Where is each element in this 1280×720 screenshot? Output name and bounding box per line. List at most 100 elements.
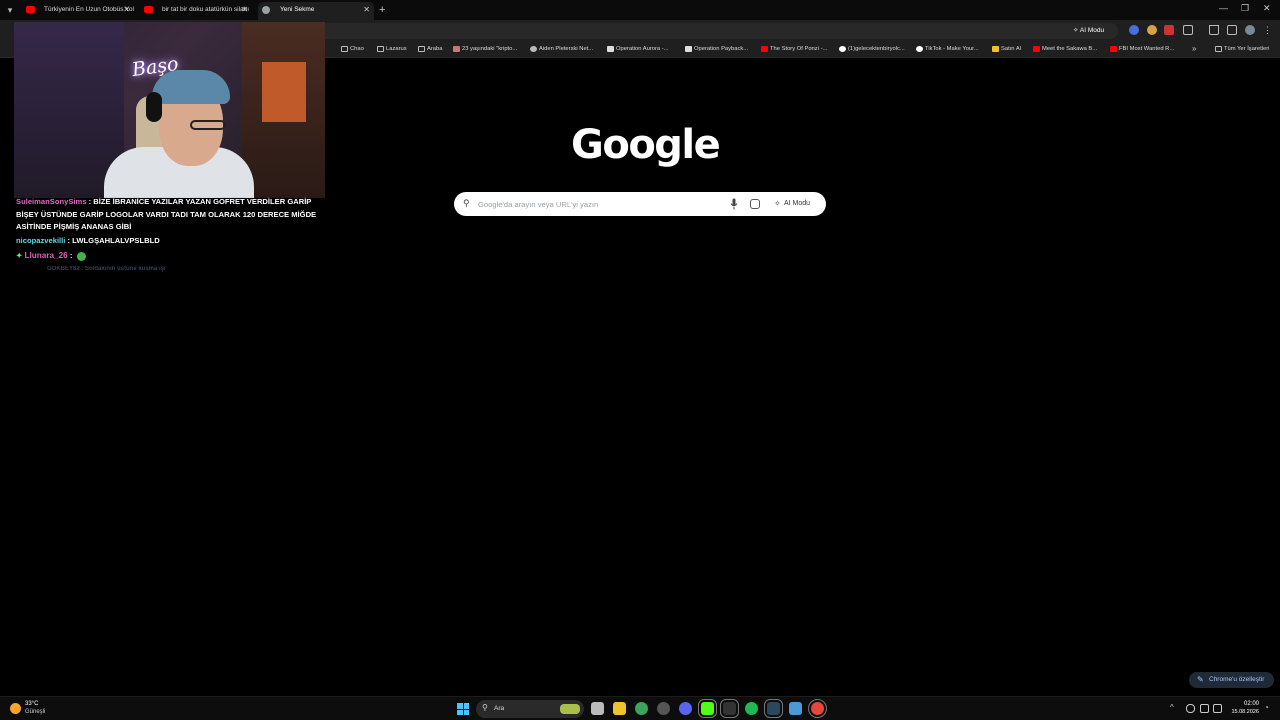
profile-extension-icon[interactable] — [1129, 25, 1139, 35]
tab-title: Türkiyenin En Uzun Otobüs Yolculuğu — [44, 6, 134, 13]
ai-mode-button[interactable]: ✧ AI Modu — [770, 196, 816, 212]
toolbar-ai-mode-button[interactable]: ✧ AI Modu — [1073, 24, 1104, 38]
folder-icon — [418, 46, 425, 52]
sparkle-icon: ✦ — [16, 251, 23, 260]
wikipedia-icon — [685, 46, 692, 52]
folder-icon — [341, 46, 348, 52]
microphone-icon[interactable] — [730, 198, 738, 210]
tiktok-icon — [916, 46, 923, 52]
search-input[interactable] — [478, 192, 728, 216]
wikipedia-icon — [607, 46, 614, 52]
window-close-icon[interactable]: ✕ — [1263, 3, 1271, 14]
google-logo: Google — [571, 122, 721, 168]
download-icon[interactable] — [1209, 25, 1219, 35]
extension-icon[interactable] — [1147, 25, 1157, 35]
wordpress-icon — [530, 46, 537, 52]
youtube-icon — [26, 6, 35, 13]
tab-search-list-icon[interactable] — [1227, 25, 1237, 35]
network-icon[interactable] — [1200, 704, 1209, 713]
spotify-icon[interactable] — [745, 702, 758, 715]
discord-icon[interactable] — [679, 702, 692, 715]
taskbar-search[interactable]: ⚲ Ara — [476, 700, 584, 718]
whatsapp-icon[interactable] — [635, 702, 648, 715]
bookmark-label: (1)gelecektenbiryolc... — [848, 46, 905, 52]
windows-start-icon[interactable] — [457, 703, 469, 715]
extensions-puzzle-icon[interactable] — [1183, 25, 1193, 35]
webcam-poster — [262, 62, 306, 122]
close-icon[interactable]: ✕ — [363, 2, 370, 18]
chevron-up-icon[interactable]: ^ — [1170, 703, 1174, 712]
bookmark-item[interactable]: (1)gelecektenbiryolc... — [839, 45, 905, 54]
github-icon[interactable] — [657, 702, 670, 715]
tab-item-2[interactable]: Yeni Sekme ✕ — [258, 2, 374, 20]
steam-icon[interactable] — [764, 699, 783, 718]
youtube-icon — [761, 46, 768, 52]
chevron-more-icon[interactable]: » — [1192, 44, 1196, 53]
bookmark-label: Araba — [427, 46, 443, 52]
google-lens-icon[interactable] — [750, 199, 760, 209]
shop-icon — [992, 46, 999, 52]
volume-icon[interactable] — [1213, 704, 1222, 713]
bookmark-folder[interactable]: Araba — [418, 45, 442, 54]
bookmark-label: Satın Al — [1001, 46, 1021, 52]
new-tab-button[interactable]: + — [379, 3, 385, 17]
chrome-icon[interactable] — [808, 699, 827, 718]
tab-item-0[interactable]: Türkiyenin En Uzun Otobüs Yolculuğu ✕ — [22, 2, 134, 20]
bookmark-label: Chao — [350, 46, 364, 52]
bookmark-item[interactable]: Meet the Sakawa B... — [1033, 45, 1097, 54]
customize-chrome-button[interactable]: ✎ Chrome'u özelleştir — [1189, 672, 1275, 688]
weather-temperature[interactable]: 33°C — [25, 701, 38, 708]
bookmark-item[interactable]: 23 yaşındaki "kripto... — [453, 45, 517, 54]
youtube-icon — [1110, 46, 1117, 52]
task-view-icon[interactable] — [591, 702, 604, 715]
clock-date[interactable]: 15.08.2026 — [1226, 709, 1259, 716]
bookmark-item[interactable]: The Story Of Ponzi -... — [761, 45, 827, 54]
tab-strip: ▾ Türkiyenin En Uzun Otobüs Yolculuğu ✕ … — [0, 0, 1280, 20]
bookmark-item[interactable]: Aiden Pleterski Net... — [530, 45, 593, 54]
chat-username: nicopazvekilli — [16, 235, 66, 245]
avatar[interactable] — [1245, 25, 1255, 35]
new-badge-extension-icon[interactable] — [1164, 25, 1174, 35]
youtube-icon — [144, 6, 153, 13]
minimize-icon[interactable]: — — [1219, 3, 1228, 13]
ai-mode-label: AI Modu — [1079, 27, 1105, 34]
emote-icon — [77, 251, 87, 261]
headset-icon — [146, 92, 162, 122]
close-icon[interactable]: ✕ — [241, 2, 248, 18]
tab-search-icon[interactable]: ▾ — [4, 4, 16, 16]
bookmark-item[interactable]: Operation Payback... — [685, 45, 748, 54]
bookmark-label: Lazarus — [386, 46, 407, 52]
close-icon[interactable]: ✕ — [123, 2, 130, 18]
file-explorer-icon[interactable] — [613, 702, 626, 715]
chat-message-faded: GOKBEY82 : Soldakinin üstüne kusma işi — [47, 265, 166, 272]
sun-icon[interactable] — [10, 703, 21, 714]
kebab-menu-icon[interactable]: ⋮ — [1263, 25, 1273, 35]
chat-message: ✦ Llunara_26 : — [16, 250, 326, 263]
search-box[interactable]: ⚲ ✧ AI Modu — [454, 192, 826, 216]
tab-item-1[interactable]: bir tat bir doku atatürkün silahı ✕ — [140, 2, 252, 20]
all-bookmarks-button[interactable]: Tüm Yer İşaretleri — [1215, 45, 1269, 54]
clock-time[interactable]: 02:00 — [1231, 701, 1259, 708]
bookmark-item[interactable]: Operation Aurora -... — [607, 45, 669, 54]
microphone-icon[interactable] — [1186, 704, 1195, 713]
bookmark-item[interactable]: Satın Al — [992, 45, 1021, 54]
bookmark-label: 23 yaşındaki "kripto... — [462, 46, 518, 52]
bookmark-item[interactable]: FBI Most Wanted R... — [1110, 45, 1174, 54]
bookmark-folder[interactable]: Chao — [341, 45, 364, 54]
chat-username: SuleimanSonySims — [16, 197, 87, 206]
maximize-icon[interactable]: ❐ — [1241, 3, 1249, 14]
streamer-glasses — [190, 120, 226, 130]
terminal-icon[interactable] — [720, 699, 739, 718]
photos-icon[interactable] — [789, 702, 802, 715]
all-bookmarks-label: Tüm Yer İşaretleri — [1224, 46, 1270, 52]
notification-bell-icon[interactable]: ◔ — [1264, 703, 1269, 712]
pencil-icon: ✎ — [1197, 675, 1204, 684]
tab-title: Yeni Sekme — [280, 6, 315, 13]
bookmark-item[interactable]: TikTok - Make Your... — [916, 45, 979, 54]
ai-mode-label: AI Modu — [784, 200, 811, 207]
bookmark-folder[interactable]: Lazarus — [377, 45, 407, 54]
chat-message: nicopazvekilli : LWLGŞAHLALVPSLBLD — [16, 235, 160, 245]
weather-description[interactable]: Güneşli — [25, 709, 45, 716]
bookmark-label: Aiden Pleterski Net... — [539, 46, 594, 52]
kick-icon[interactable] — [698, 699, 717, 718]
